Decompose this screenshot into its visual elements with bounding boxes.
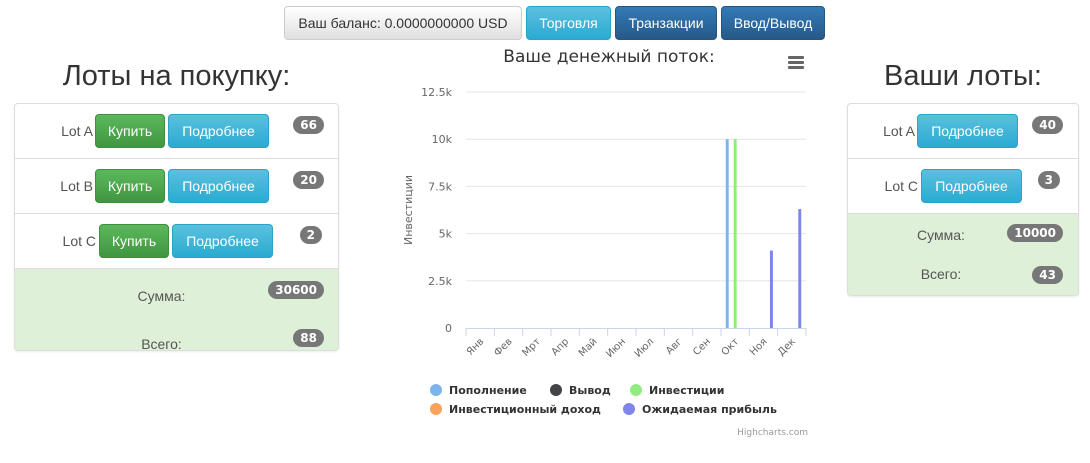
buy-button[interactable]: Купить (99, 224, 169, 258)
trade-button[interactable]: Торговля (526, 6, 611, 40)
x-tick-label: Авг (664, 336, 685, 357)
my-lots-title: Ваши лоты: (884, 60, 1042, 92)
sum-row: Сумма: 30600 (15, 269, 338, 324)
lot-count-badge: 3 (1037, 171, 1060, 189)
sum-badge: 30600 (268, 281, 324, 299)
lot-count-badge: 2 (299, 226, 322, 244)
details-button[interactable]: Подробнее (921, 169, 1022, 203)
y-tick-label: 0 (445, 322, 452, 335)
buy-button[interactable]: Купить (95, 114, 165, 148)
legend-dot (630, 384, 642, 396)
details-button[interactable]: Подробнее (917, 114, 1018, 148)
y-axis-title: Инвестиции (402, 175, 415, 245)
x-tick-label: Дек (776, 336, 798, 358)
legend-dot (430, 403, 442, 415)
total-label: Всего: (920, 266, 962, 282)
sum-row: Сумма: 10000 (848, 214, 1078, 256)
total-label: Всего: (141, 336, 182, 351)
details-button[interactable]: Подробнее (168, 114, 269, 148)
cashflow-chart: Ваше денежный поток: 0 2.5k 5k 7.5k 10k 12.5k… (400, 42, 818, 442)
lot-count-badge: 20 (293, 171, 324, 189)
buy-lot-row: Lot C Купить Подробнее 2 (15, 214, 338, 269)
legend-item[interactable]: Ожидаемая прибыль (623, 403, 777, 416)
legend-label: Инвестиционный доход (449, 403, 601, 416)
x-tick-label: Май (577, 336, 600, 359)
legend-label: Ожидаемая прибыль (642, 403, 777, 416)
lot-name: Lot C (62, 233, 96, 249)
sum-badge: 10000 (1007, 224, 1063, 242)
transactions-button[interactable]: Транзакции (615, 6, 717, 40)
bar (725, 139, 729, 328)
y-tick-label: 10k (432, 133, 453, 146)
x-tick-label: Сен (691, 336, 713, 358)
details-button[interactable]: Подробнее (168, 169, 269, 203)
legend-item[interactable]: Вывод (550, 384, 611, 397)
chart-plot: 0 2.5k 5k 7.5k 10k 12.5k Инвестиции Янв Фев Мрт Ап… (402, 86, 807, 360)
y-tick-label: 2.5k (428, 275, 452, 288)
lot-count-badge: 66 (293, 116, 324, 134)
y-tick-label: 7.5k (428, 180, 452, 193)
highcharts-credits[interactable]: Highcharts.com (737, 428, 808, 438)
x-tick-label: Июл (633, 336, 657, 360)
legend-label: Пополнение (449, 384, 527, 397)
x-tick-label: Мрт (520, 336, 543, 359)
y-tick-label: 5k (439, 228, 453, 241)
legend-label: Инвестиции (649, 384, 725, 397)
top-navbar: Ваш баланс: 0.0000000000 USD Торговля Тр… (284, 6, 825, 40)
x-tick-label: Апр (550, 336, 572, 358)
x-tick-label: Окт (720, 336, 742, 358)
my-lot-row: Lot C Подробнее 3 (848, 159, 1078, 214)
bar (769, 250, 773, 328)
x-tick-label: Ноя (748, 336, 770, 358)
lot-count-badge: 40 (1032, 116, 1063, 134)
x-tick-label: Июн (604, 336, 628, 360)
total-badge: 88 (293, 329, 324, 347)
legend-label: Вывод (569, 384, 611, 397)
buy-button[interactable]: Купить (95, 169, 165, 203)
total-row: Всего: 43 (848, 256, 1078, 295)
legend-item[interactable]: Инвестиции (630, 384, 724, 397)
my-lots-panel: Lot A Подробнее 40 Lot C Подробнее 3 Сум… (847, 103, 1079, 296)
balance-button[interactable]: Ваш баланс: 0.0000000000 USD (284, 6, 522, 40)
buy-lots-title: Лоты на покупку: (62, 60, 291, 92)
buy-lot-row: Lot B Купить Подробнее 20 (15, 159, 338, 214)
lot-name: Lot B (60, 178, 93, 194)
details-button[interactable]: Подробнее (172, 224, 273, 258)
total-badge: 43 (1032, 266, 1063, 284)
legend-item[interactable]: Пополнение (430, 384, 527, 397)
legend-item[interactable]: Инвестиционный доход (430, 403, 601, 416)
bar (798, 209, 802, 328)
deposit-withdraw-button[interactable]: Ввод/Вывод (721, 6, 825, 40)
legend-dot (430, 384, 442, 396)
total-row: Всего: 88 (15, 324, 338, 350)
buy-lot-row: Lot A Купить Подробнее 66 (15, 104, 338, 159)
bar (733, 139, 737, 328)
y-tick-label: 12.5k (421, 86, 452, 99)
legend-dot (550, 384, 562, 396)
x-tick-label: Фев (492, 336, 514, 358)
x-tick-label: Янв (465, 336, 487, 358)
lot-name: Lot A (61, 123, 93, 139)
my-lot-row: Lot A Подробнее 40 (848, 104, 1078, 159)
lot-name: Lot C (884, 178, 918, 194)
buy-lots-panel: Lot A Купить Подробнее 66 Lot B Купить П… (14, 103, 339, 351)
legend-dot (623, 403, 635, 415)
lot-name: Lot A (883, 123, 915, 139)
